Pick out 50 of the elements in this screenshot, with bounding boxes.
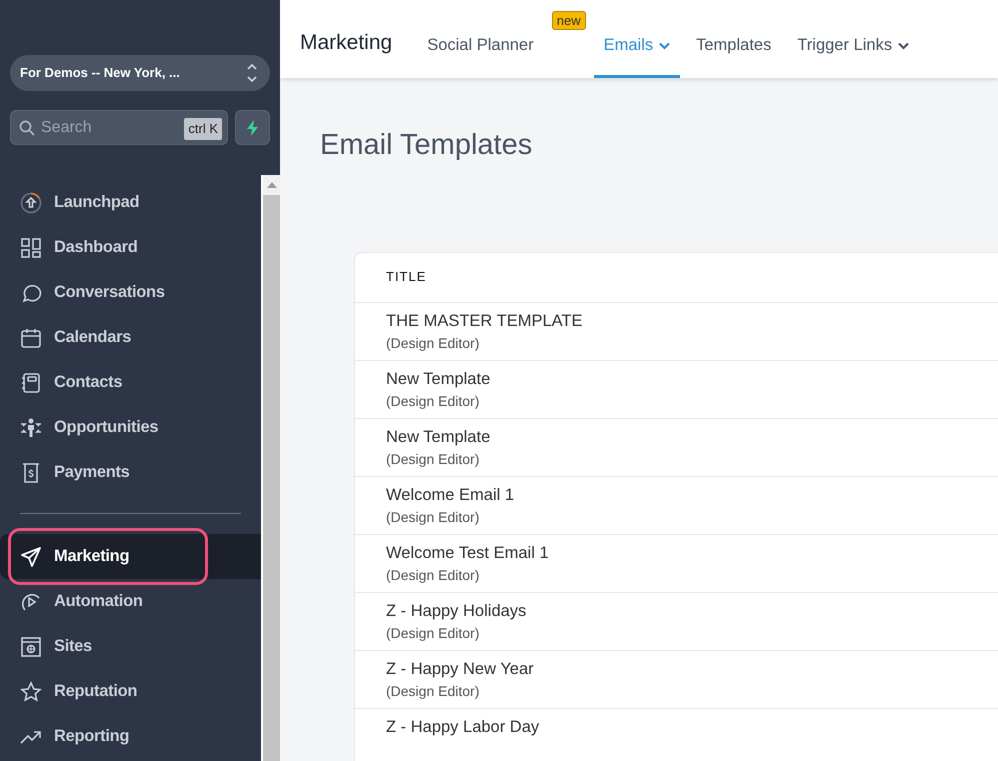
nav-item[interactable]: Reporting xyxy=(0,714,261,759)
dollar-receipt-icon xyxy=(20,462,42,484)
person-arrows-icon xyxy=(20,416,42,438)
nav-item[interactable]: Automation xyxy=(0,579,261,624)
lightning-button[interactable] xyxy=(235,110,270,145)
template-title[interactable]: THE MASTER TEMPLATE xyxy=(386,308,998,334)
calendar-icon xyxy=(20,326,42,348)
editor-type: (Design Editor) xyxy=(386,334,480,354)
template-title[interactable]: Z - Happy Labor Day xyxy=(386,714,998,740)
editor-type: (Design Editor) xyxy=(386,508,480,528)
editor-type: (Design Editor) xyxy=(386,392,480,412)
section-title: Marketing xyxy=(300,30,392,56)
page-title: Email Templates xyxy=(320,128,534,163)
dashboard-icon xyxy=(20,236,42,258)
template-title[interactable]: New Template xyxy=(386,424,998,450)
globe-window-icon xyxy=(20,636,42,658)
template-title[interactable]: New Template xyxy=(386,366,998,392)
template-title[interactable]: Welcome Test Email 1 xyxy=(386,540,998,566)
lightning-icon xyxy=(246,120,258,136)
scrollbar[interactable] xyxy=(261,175,280,761)
editor-type: (Design Editor) xyxy=(386,682,480,702)
up-down-chevron-icon xyxy=(246,62,258,84)
editor-type: (Design Editor) xyxy=(386,566,480,586)
star-icon xyxy=(20,680,42,702)
nav-item[interactable]: Sites xyxy=(0,624,261,669)
nav-item[interactable]: Marketing xyxy=(0,534,261,579)
column-header: TITLE xyxy=(355,252,998,302)
nav-item[interactable]: Dashboard xyxy=(0,225,261,270)
contact-book-icon xyxy=(20,372,42,394)
nav-tab[interactable]: Templates xyxy=(686,33,782,78)
template-title[interactable]: Z - Happy New Year xyxy=(386,656,998,682)
search-icon xyxy=(19,120,35,136)
nav-item[interactable]: Calendars xyxy=(0,315,261,360)
template-title[interactable]: Welcome Email 1 xyxy=(386,482,998,508)
nav-tab[interactable]: Trigger Links xyxy=(787,33,920,78)
editor-type: (Design Editor) xyxy=(386,624,480,644)
editor-type: (Design Editor) xyxy=(386,450,480,470)
new-badge: new xyxy=(552,11,586,30)
scroll-up-arrow-icon[interactable] xyxy=(266,182,276,188)
upload-circle-icon xyxy=(20,192,42,214)
paper-plane-icon xyxy=(20,546,42,568)
nav-item[interactable]: Payments xyxy=(0,450,261,495)
template-title[interactable]: Z - Happy Holidays xyxy=(386,598,998,624)
location-switcher[interactable]: For Demos -- New York, ... xyxy=(10,55,270,91)
nav-item[interactable]: Reputation xyxy=(0,669,261,714)
keyboard-shortcut: ctrl K xyxy=(184,118,222,140)
nav-item[interactable]: Conversations xyxy=(0,270,261,315)
nav-item[interactable]: Launchpad xyxy=(0,180,261,225)
nav-item[interactable]: Opportunities xyxy=(0,405,261,450)
nav-item[interactable]: Contacts xyxy=(0,360,261,405)
